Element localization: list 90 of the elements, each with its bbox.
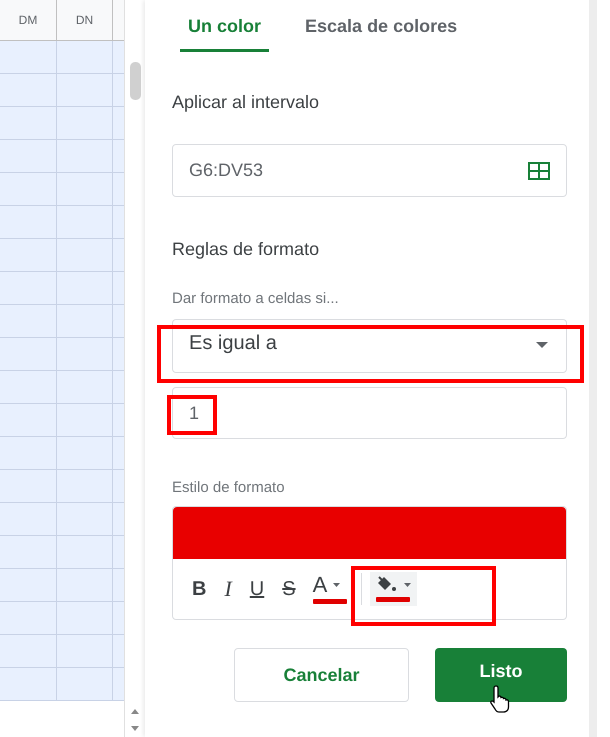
sheet-cell[interactable] [0,239,57,272]
sheet-cell[interactable] [113,470,124,503]
sheet-cell[interactable] [0,668,57,701]
sheet-cell[interactable] [113,668,124,701]
sheet-cell[interactable] [113,239,124,272]
sheet-cell[interactable] [0,437,57,470]
condition-label: Dar formato a celdas si... [172,290,340,307]
sheet-cell[interactable] [57,635,113,668]
sheet-cell[interactable] [0,404,57,437]
sheet-cell[interactable] [57,41,113,74]
bold-button[interactable]: B [185,576,214,602]
sheet-cell[interactable] [113,635,124,668]
tab[interactable]: Escala de colores [297,0,466,52]
sheet-cell[interactable] [113,404,124,437]
sheet-cell[interactable] [0,470,57,503]
sheet-cell[interactable] [113,503,124,536]
sheet-cell[interactable] [0,338,57,371]
sheet-cell[interactable] [113,173,124,206]
value-text: 1 [189,402,200,424]
sheet-cell[interactable] [57,437,113,470]
range-value: G6:DV53 [189,160,264,181]
sheet-cell[interactable] [0,107,57,140]
sheet-cell[interactable] [57,74,113,107]
condition-dropdown[interactable]: Es igual a [172,319,567,373]
sheet-cell[interactable] [57,503,113,536]
sheet-cell[interactable] [113,107,124,140]
scroll-down-icon[interactable] [131,726,140,731]
tab[interactable]: Un color [180,0,270,52]
column-header[interactable]: DN [57,0,113,40]
sheet-cell[interactable] [0,569,57,602]
hand-cursor-icon [490,684,512,714]
sheet-cell[interactable] [113,569,124,602]
paint-bucket-icon [376,576,398,594]
sheet-cell[interactable] [57,305,113,338]
sheet-cell[interactable] [0,41,57,74]
strikethrough-button[interactable]: S [275,576,303,602]
sheet-cell[interactable] [113,74,124,107]
sheet-cell[interactable] [0,305,57,338]
sheet-cell[interactable] [0,173,57,206]
caret-icon [333,583,340,587]
sheet-cell[interactable] [57,668,113,701]
sheet-cell[interactable] [57,470,113,503]
sheet-cell[interactable] [0,602,57,635]
sheet-cell[interactable] [57,602,113,635]
done-button[interactable]: Listo [435,648,567,702]
sheet-cell[interactable] [0,140,57,173]
sheet-cell[interactable] [113,206,124,239]
sheet-cell[interactable] [0,272,57,305]
dropdown-caret-icon [536,342,548,348]
sheet-cell[interactable] [57,569,113,602]
section-title: Aplicar al intervalo [172,92,320,113]
section-title: Reglas de formato [172,239,320,260]
sheet-cell[interactable] [113,371,124,404]
sheet-cell[interactable] [113,305,124,338]
sheet-cell[interactable] [57,338,113,371]
caret-icon [404,583,411,587]
sheet-cell[interactable] [113,536,124,569]
sheet-cell[interactable] [57,107,113,140]
sheet-cell[interactable] [113,437,124,470]
style-label: Estilo de formato [172,479,286,496]
sheet-cell[interactable] [0,536,57,569]
sheet-cell[interactable] [57,140,113,173]
sheet-cell[interactable] [57,536,113,569]
sheet-cell[interactable] [113,140,124,173]
sheet-cell[interactable] [0,206,57,239]
cancel-button[interactable]: Cancelar [234,648,409,702]
text-color-button[interactable]: A [306,570,353,608]
fill-color-button[interactable] [370,572,417,606]
sheet-cell[interactable] [0,635,57,668]
column-header[interactable]: DM [0,0,57,40]
range-field[interactable]: G6:DV53 [172,144,567,197]
scroll-thumb[interactable] [130,62,141,100]
sheet-cell[interactable] [113,272,124,305]
sheet-cell[interactable] [57,272,113,305]
sheet-cell[interactable] [57,371,113,404]
sheet-cell[interactable] [57,206,113,239]
sheet-cell[interactable] [57,173,113,206]
sheet-cell[interactable] [0,503,57,536]
sheet-cell[interactable] [0,371,57,404]
grid-icon[interactable] [528,162,550,180]
sheet-cell[interactable] [113,41,124,74]
underline-button[interactable]: U [242,576,272,602]
sheet-cell[interactable] [0,74,57,107]
sheet-cell[interactable] [57,404,113,437]
sheet-cell[interactable] [113,602,124,635]
sheet-cell[interactable] [113,338,124,371]
sheet-cell[interactable] [57,239,113,272]
value-field[interactable]: 1 [172,387,567,439]
scroll-up-icon[interactable] [131,709,140,714]
italic-button[interactable]: I [217,574,239,604]
